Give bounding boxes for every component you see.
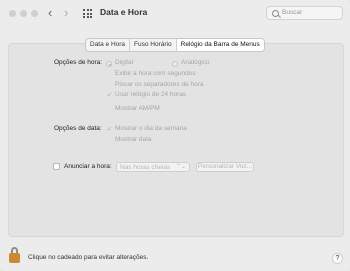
show-seconds-checkbox[interactable] (106, 71, 113, 78)
time-options-label: Opções de hora: (54, 59, 103, 66)
announce-time-checkbox[interactable] (53, 163, 60, 170)
show-seconds-label: Exibir a hora com segundos (115, 70, 196, 77)
show-date-label: Mostrar data (115, 136, 152, 143)
announce-time-label: Anunciar a hora: (64, 163, 112, 170)
chevron-updown-icon: ⌃⌄ (175, 164, 186, 170)
search-icon (272, 10, 279, 17)
window-title: Data e Hora (100, 7, 148, 17)
show-all-grid-icon[interactable] (83, 9, 92, 18)
announce-interval-value: Nas horas cheias (120, 164, 171, 171)
minimize-window-button[interactable] (20, 10, 27, 17)
show-ampm-checkbox[interactable] (106, 106, 113, 113)
customize-voice-button[interactable]: Personalizar Voz... (196, 162, 254, 172)
flash-separators-checkbox[interactable] (106, 82, 113, 89)
forward-button[interactable]: › (64, 5, 68, 21)
show-weekday-label: Mostrar o dia da semana (115, 125, 187, 132)
back-button[interactable]: ‹ (48, 5, 52, 21)
tab-time-zone[interactable]: Fuso Horário (130, 39, 177, 51)
use-24h-checkbox[interactable]: ✓ (106, 92, 113, 99)
digital-radio[interactable] (106, 61, 112, 67)
search-field[interactable]: Buscar (266, 6, 343, 20)
show-weekday-checkbox[interactable]: ✓ (106, 126, 113, 133)
search-placeholder: Buscar (282, 9, 303, 16)
show-ampm-label: Mostrar AM/PM (115, 105, 160, 112)
help-button[interactable]: ? (332, 253, 343, 264)
tab-date-time[interactable]: Data e Hora (86, 39, 131, 51)
preferences-window: ‹ › Data e Hora Buscar Data e Hora Fuso … (0, 0, 350, 271)
tab-menu-bar-clock[interactable]: Relógio da Barra de Menus (176, 39, 264, 51)
announce-interval-select[interactable]: Nas horas cheias ⌃⌄ (116, 162, 190, 172)
date-options-label: Opções de data: (54, 125, 102, 132)
title-bar: ‹ › Data e Hora Buscar (0, 0, 350, 28)
show-date-checkbox[interactable] (106, 137, 113, 144)
flash-separators-label: Piscar os separadores de hora (115, 81, 204, 88)
use-24h-label: Usar relógio de 24 horas (115, 91, 187, 98)
analog-radio[interactable] (172, 61, 178, 67)
analog-radio-label: Analógico (181, 59, 210, 66)
tab-bar: Data e Hora Fuso Horário Relógio da Barr… (85, 38, 265, 52)
zoom-window-button[interactable] (31, 10, 38, 17)
digital-radio-label: Digital (115, 59, 134, 66)
lock-icon[interactable] (9, 247, 22, 264)
close-window-button[interactable] (9, 10, 16, 17)
lock-hint-text: Clique no cadeado para evitar alterações… (28, 254, 149, 261)
